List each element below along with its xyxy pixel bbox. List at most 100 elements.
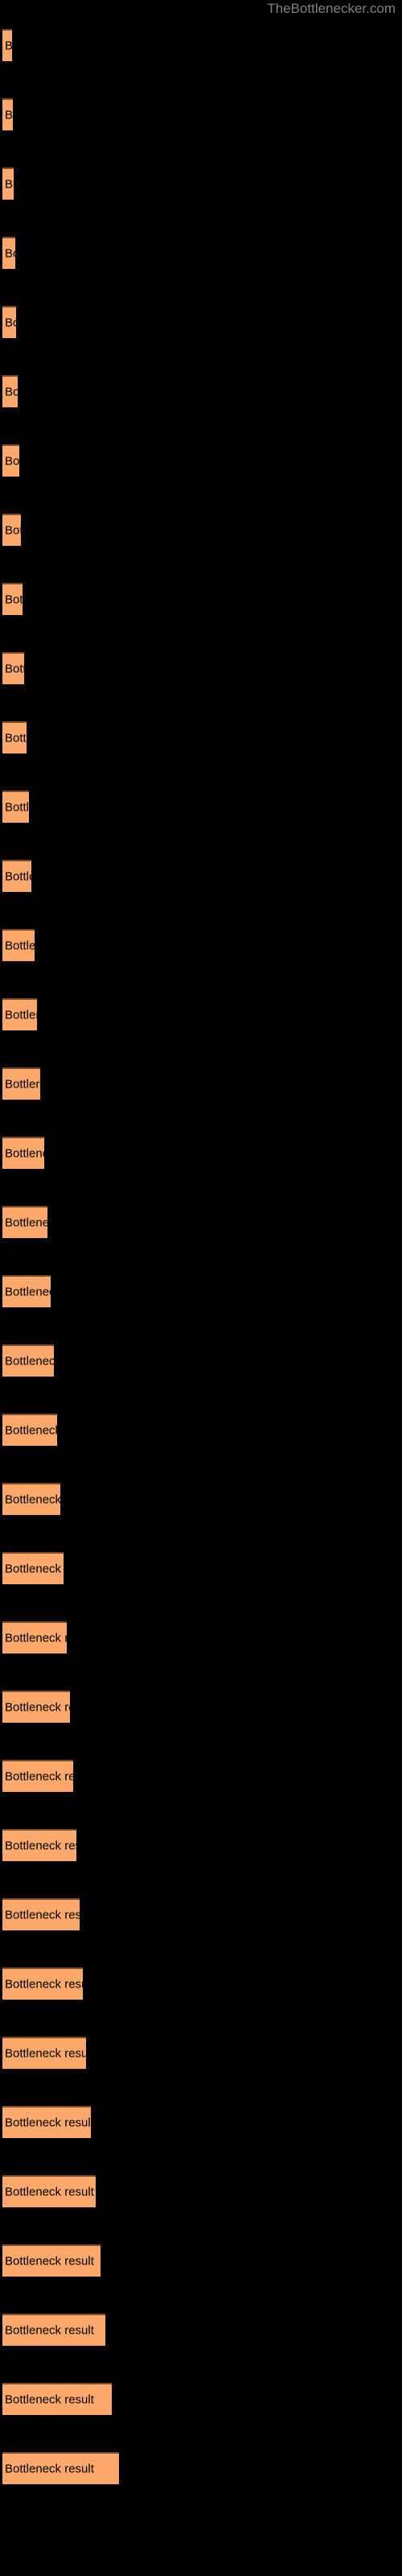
bar[interactable]: Bottleneck result: [2, 652, 24, 684]
bar-row: Bottleneck result: [0, 1621, 402, 1656]
bar[interactable]: Bottleneck result: [2, 1483, 60, 1515]
bar[interactable]: Bottleneck result: [2, 444, 19, 477]
bar-label: Bottleneck result: [5, 1354, 54, 1368]
bar[interactable]: Bottleneck result: [2, 306, 16, 338]
bar-label: Bottleneck result: [5, 1562, 64, 1576]
bar[interactable]: Bottleneck result: [2, 514, 21, 546]
bar[interactable]: Bottleneck result: [2, 791, 29, 823]
bar-label: Bottleneck result: [5, 1216, 47, 1230]
bar[interactable]: Bottleneck result: [2, 2244, 100, 2277]
bar[interactable]: Bottleneck result: [2, 1967, 83, 2000]
bar-row: Bottleneck result: [0, 514, 402, 548]
bar-row: Bottleneck result: [0, 2037, 402, 2071]
bar-row: Bottleneck result: [0, 1344, 402, 1379]
bar-row: Bottleneck result: [0, 860, 402, 894]
bar[interactable]: Bottleneck result: [2, 1552, 64, 1584]
bar[interactable]: Bottleneck result: [2, 167, 14, 200]
bar-label: Bottleneck result: [5, 2323, 94, 2338]
bar-label: Bottleneck result: [5, 592, 23, 607]
bar[interactable]: Bottleneck result: [2, 1137, 44, 1169]
bar-row: Bottleneck result: [0, 721, 402, 756]
bar-row: Bottleneck result: [0, 2314, 402, 2348]
bar-row: Bottleneck result: [0, 1552, 402, 1587]
bar-label: Bottleneck result: [5, 385, 18, 399]
bar[interactable]: Bottleneck result: [2, 998, 37, 1030]
bar-row: Bottleneck result: [0, 1067, 402, 1102]
bar-label: Bottleneck result: [5, 1700, 70, 1715]
bar[interactable]: Bottleneck result: [2, 1344, 54, 1377]
bar-row: Bottleneck result: [0, 2106, 402, 2140]
bar-label: Bottleneck result: [5, 108, 13, 122]
bar-label: Bottleneck result: [5, 2254, 94, 2268]
bar[interactable]: Bottleneck result: [2, 721, 27, 753]
bar-label: Bottleneck result: [5, 523, 21, 538]
bar[interactable]: Bottleneck result: [2, 1621, 67, 1653]
bar-row: Bottleneck result: [0, 306, 402, 341]
bar[interactable]: Bottleneck result: [2, 1829, 76, 1861]
bar-row: Bottleneck result: [0, 2175, 402, 2210]
bar-row: Bottleneck result: [0, 1483, 402, 1517]
bar-row: Bottleneck result: [0, 1760, 402, 1794]
page-title: TheBottlenecker.com: [267, 1, 396, 16]
bar-row: Bottleneck result: [0, 583, 402, 617]
bar-label: Bottleneck result: [5, 1839, 76, 1853]
bar-row: Bottleneck result: [0, 2244, 402, 2279]
bar[interactable]: Bottleneck result: [2, 860, 31, 892]
bar-chart: Bottleneck result Bottleneck result Bottle…: [0, 18, 402, 2576]
bar-label: Bottleneck result: [5, 800, 29, 815]
bar-label: Bottleneck result: [5, 1077, 40, 1092]
bar[interactable]: Bottleneck result: [2, 583, 23, 615]
bar-label: Bottleneck result: [5, 1769, 73, 1784]
bar-label: Bottleneck result: [5, 939, 35, 953]
bar-label: Bottleneck result: [5, 869, 31, 884]
bar[interactable]: Bottleneck result: [2, 2452, 119, 2484]
bar-label: Bottleneck result: [5, 39, 12, 53]
bar-row: Bottleneck result: [0, 2383, 402, 2417]
bar-label: Bottleneck result: [5, 2116, 91, 2130]
bar[interactable]: Bottleneck result: [2, 1690, 70, 1723]
bar[interactable]: Bottleneck result: [2, 1275, 51, 1307]
bar-row: Bottleneck result: [0, 237, 402, 271]
bar[interactable]: Bottleneck result: [2, 929, 35, 961]
bar[interactable]: Bottleneck result: [2, 1067, 40, 1100]
bar[interactable]: Bottleneck result: [2, 2383, 112, 2415]
bar-label: Bottleneck result: [5, 662, 24, 676]
bar-row: Bottleneck result: [0, 2452, 402, 2487]
bar[interactable]: Bottleneck result: [2, 1760, 73, 1792]
bar[interactable]: Bottleneck result: [2, 29, 12, 61]
bar-row: Bottleneck result: [0, 652, 402, 687]
bar[interactable]: Bottleneck result: [2, 2314, 105, 2346]
bar[interactable]: Bottleneck result: [2, 2175, 96, 2207]
bar[interactable]: Bottleneck result: [2, 2106, 91, 2138]
bar-label: Bottleneck result: [5, 246, 15, 261]
bar-label: Bottleneck result: [5, 316, 16, 330]
bar-row: Bottleneck result: [0, 1206, 402, 1241]
bar-row: Bottleneck result: [0, 1829, 402, 1864]
bar-label: Bottleneck result: [5, 1977, 83, 1992]
bar[interactable]: Bottleneck result: [2, 98, 13, 130]
bar-row: Bottleneck result: [0, 29, 402, 64]
bar-label: Bottleneck result: [5, 1631, 67, 1645]
bar[interactable]: Bottleneck result: [2, 1898, 80, 1930]
bar[interactable]: Bottleneck result: [2, 237, 15, 269]
bar-label: Bottleneck result: [5, 1285, 51, 1299]
bar[interactable]: Bottleneck result: [2, 1206, 47, 1238]
bar-row: Bottleneck result: [0, 998, 402, 1033]
bar-row: Bottleneck result: [0, 444, 402, 479]
bar-label: Bottleneck result: [5, 1423, 57, 1438]
bar-row: Bottleneck result: [0, 1690, 402, 1725]
bar-row: Bottleneck result: [0, 791, 402, 825]
bar[interactable]: Bottleneck result: [2, 2037, 86, 2069]
bar-row: Bottleneck result: [0, 1898, 402, 1933]
bar-label: Bottleneck result: [5, 1146, 44, 1161]
bar-row: Bottleneck result: [0, 1137, 402, 1171]
bar-label: Bottleneck result: [5, 454, 19, 469]
bar-label: Bottleneck result: [5, 2046, 86, 2061]
bar-label: Bottleneck result: [5, 177, 14, 192]
bar-label: Bottleneck result: [5, 2185, 94, 2199]
bar[interactable]: Bottleneck result: [2, 375, 18, 407]
bar-label: Bottleneck result: [5, 1008, 37, 1022]
bar[interactable]: Bottleneck result: [2, 1414, 57, 1446]
bar-row: Bottleneck result: [0, 929, 402, 964]
bar-row: Bottleneck result: [0, 1967, 402, 2002]
